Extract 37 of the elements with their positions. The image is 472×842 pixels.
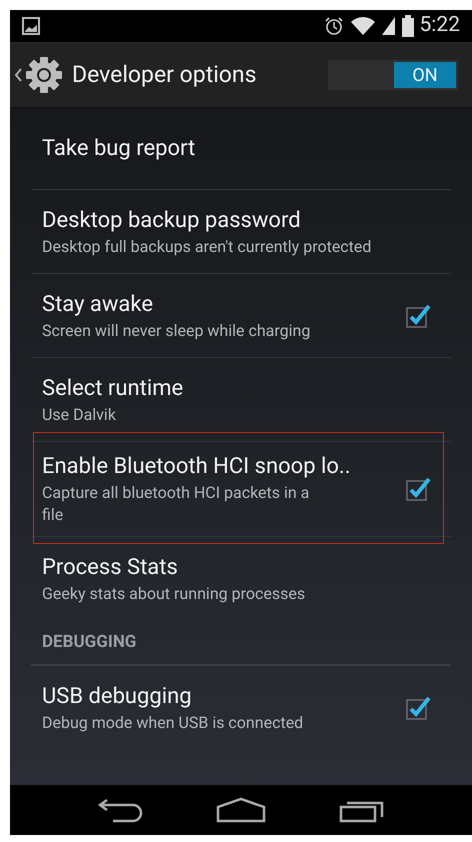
item-summary: Debug mode when USB is connected	[42, 712, 304, 734]
item-summary: Capture all bluetooth HCI packets in a file	[42, 482, 310, 526]
settings-item[interactable]: Take bug report	[31, 108, 451, 190]
screen-title: Developer options	[72, 60, 258, 90]
checkbox[interactable]	[405, 476, 431, 502]
back-caret-icon	[14, 68, 22, 82]
battery-icon	[402, 15, 414, 37]
alarm-icon	[324, 16, 344, 36]
signal-icon	[382, 16, 396, 36]
picture-notification-icon	[22, 17, 40, 35]
item-title: Take bug report	[42, 134, 196, 162]
gear-icon	[24, 55, 64, 95]
item-title: Process Stats	[42, 554, 179, 582]
clock-time: 5:22	[420, 12, 460, 40]
settings-item[interactable]: USB debugging Debug mode when USB is connected	[31, 666, 451, 750]
checkbox[interactable]	[405, 302, 431, 328]
item-title: Select runtime	[42, 374, 184, 402]
settings-item[interactable]: Desktop backup password Desktop full backups aren't currently protected	[31, 190, 451, 274]
wifi-icon	[350, 16, 376, 36]
item-summary: Desktop full backups aren't currently protected	[42, 236, 372, 258]
back-icon[interactable]	[96, 797, 143, 823]
settings-item[interactable]: Process Stats Geeky stats about running processes	[31, 537, 451, 621]
section-header: DEBUGGING	[42, 630, 136, 654]
item-summary: Screen will never sleep while charging	[42, 320, 312, 342]
item-summary: Use Dalvik	[42, 404, 117, 426]
item-title: Stay awake	[42, 290, 154, 318]
settings-item[interactable]: Stay awake Screen will never sleep while charging	[31, 274, 451, 358]
home-icon[interactable]	[216, 797, 266, 823]
item-title: Desktop backup password	[42, 206, 302, 234]
up-button[interactable]	[14, 55, 64, 95]
item-summary: Geeky stats about running processes	[42, 583, 306, 605]
item-title: USB debugging	[42, 683, 193, 711]
item-title: Enable Bluetooth HCI snoop lo..	[42, 453, 352, 481]
settings-item[interactable]: Enable Bluetooth HCI snoop lo.. Capture all bluetooth HCI packets in a file	[31, 442, 451, 537]
toggle-switch[interactable]: ON	[328, 60, 458, 90]
checkbox[interactable]	[405, 695, 431, 721]
settings-item[interactable]: Select runtime Use Dalvik	[31, 358, 451, 442]
